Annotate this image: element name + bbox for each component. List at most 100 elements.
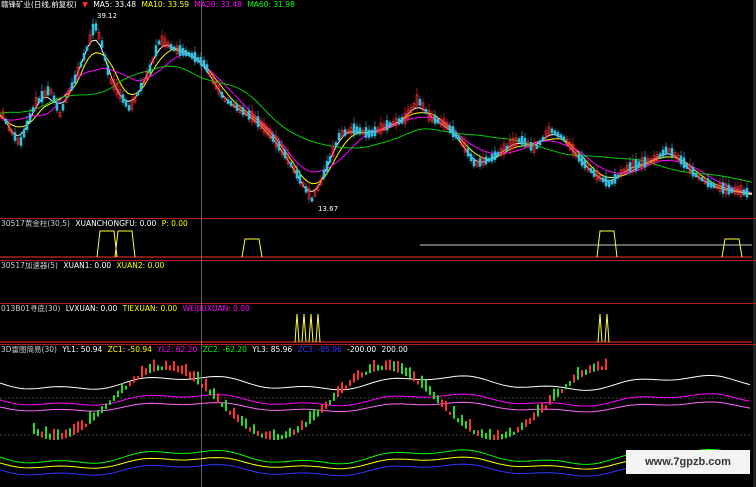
osc-bar — [477, 430, 479, 437]
osc-bar — [277, 433, 279, 440]
osc-bar — [233, 407, 235, 419]
osc-bar — [465, 421, 467, 429]
main-chart-pane[interactable]: 赣锋矿业(日线,前复权) ▼ MA5: 33.48 MA10: 33.59 MA… — [0, 0, 756, 218]
spike — [301, 313, 307, 343]
candle-body — [478, 158, 482, 167]
candle-body — [637, 161, 641, 168]
osc-bar — [113, 395, 115, 401]
osc-bar — [513, 431, 515, 435]
candle-body — [85, 46, 89, 51]
candle-body — [472, 158, 476, 167]
candle-body — [364, 127, 368, 138]
osc-bar — [117, 390, 119, 398]
indicator-pane-1[interactable]: 30517黄金柱(30,5) XUANCHONGFU: 0.00 P: 0.00 — [0, 219, 756, 260]
candle-body — [202, 60, 206, 68]
candle-body — [658, 153, 662, 158]
candle-body — [700, 177, 704, 182]
pulse — [241, 238, 263, 258]
candle-body — [562, 136, 566, 142]
spike — [597, 313, 603, 343]
candle-body — [100, 40, 104, 48]
osc-bar — [573, 374, 575, 383]
osc-bar — [329, 400, 331, 405]
osc-bar — [129, 382, 131, 387]
osc-bar — [325, 401, 327, 409]
osc-bar — [189, 371, 191, 379]
candle-body — [742, 189, 746, 196]
osc-bar — [313, 409, 315, 421]
osc-bar — [89, 410, 91, 424]
candle-body — [46, 86, 50, 96]
candle-body — [106, 65, 110, 75]
osc-bar — [257, 430, 259, 437]
osc-bar — [357, 370, 359, 380]
candle-body — [589, 168, 593, 173]
osc-bar — [97, 409, 99, 417]
watermark-banner: www.7gpzb.com — [626, 450, 750, 474]
panel2-legend: 30517加速器(5) XUAN1: 0.00 XUAN2: 0.00 — [1, 261, 167, 271]
osc-bar — [297, 426, 299, 433]
indicator-pane-2[interactable]: 30517加速器(5) XUAN1: 0.00 XUAN2: 0.00 — [0, 261, 756, 303]
candle-body — [103, 54, 107, 61]
candle-body — [352, 123, 356, 135]
candle-body — [184, 49, 188, 57]
candle-body — [616, 174, 620, 179]
osc-bar — [321, 404, 323, 413]
candle-body — [19, 136, 23, 146]
osc-bar — [489, 429, 491, 440]
candle-body — [271, 134, 275, 142]
candle-body — [247, 110, 251, 120]
candle-body — [556, 132, 560, 138]
candle-body — [91, 23, 95, 36]
osc-bar — [165, 360, 167, 371]
candle-body — [694, 173, 698, 178]
osc-bar — [553, 388, 555, 401]
osc-bar — [521, 422, 523, 430]
candle-body — [70, 82, 74, 90]
osc-bar — [577, 367, 579, 380]
osc-bar — [185, 364, 187, 377]
candle-body — [370, 129, 374, 137]
candle-body — [79, 62, 83, 67]
candle-body — [172, 46, 176, 52]
osc-bar — [389, 359, 391, 371]
candle-body — [448, 125, 452, 133]
candle-body — [343, 129, 347, 136]
osc-bar — [365, 371, 367, 375]
candle-body — [541, 136, 545, 142]
candle-body — [289, 162, 293, 167]
osc-bar — [109, 400, 111, 405]
osc-bar — [229, 410, 231, 415]
candle-body — [94, 23, 98, 31]
candle-body — [505, 145, 509, 151]
osc-bar — [429, 386, 431, 396]
candle-body — [604, 176, 608, 187]
osc-bar — [125, 385, 127, 390]
candle-body — [487, 158, 491, 162]
osc-bar — [237, 414, 239, 423]
osc-bar — [505, 431, 507, 439]
osc-bar — [557, 388, 559, 397]
osc-bar — [605, 358, 607, 371]
candle-body — [424, 109, 428, 114]
candle-body — [229, 100, 233, 107]
candle-body — [613, 174, 617, 184]
candle-body — [418, 99, 422, 106]
indicator-pane-3[interactable]: 013B01寻底(30) LVXUAN: 0.00 TIEXUAN: 0.00 … — [0, 304, 756, 344]
osc-bar — [249, 427, 251, 432]
osc-bar — [37, 429, 39, 436]
spike — [604, 313, 610, 343]
osc-bar — [501, 433, 503, 440]
osc-bar — [457, 418, 459, 423]
osc-bar — [369, 364, 371, 374]
candle-body — [580, 155, 584, 166]
osc-bar — [173, 361, 175, 372]
osc-bar — [525, 419, 527, 427]
candle-body — [196, 57, 200, 63]
osc-bar — [497, 430, 499, 440]
pulse — [96, 230, 118, 258]
osc-bar — [245, 418, 247, 429]
candle-body — [559, 134, 563, 140]
panel2-item-1: XUAN1: 0.00 — [63, 261, 112, 270]
candlestick-chart[interactable] — [0, 0, 756, 218]
